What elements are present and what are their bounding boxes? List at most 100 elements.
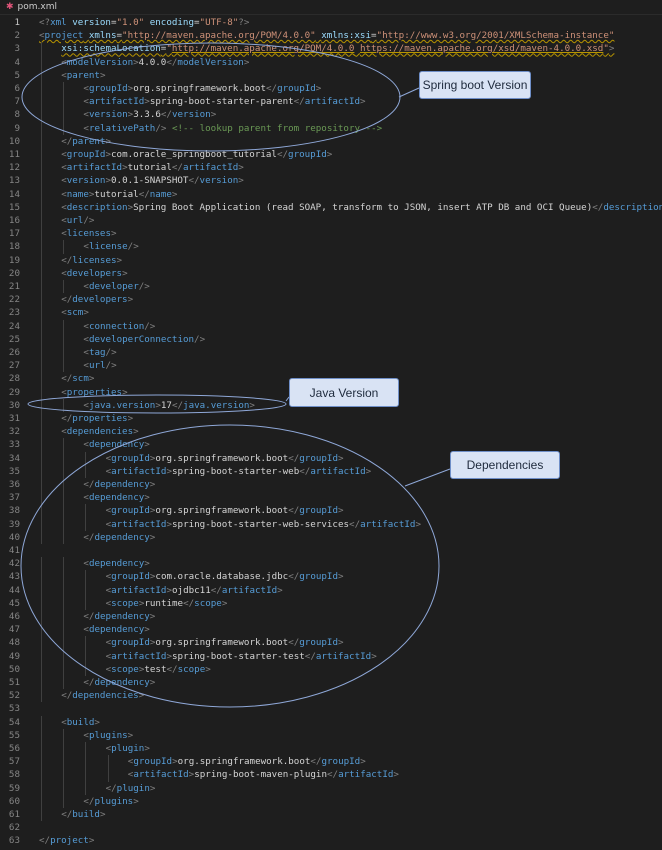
code-token: java.version — [88, 399, 156, 411]
code-line[interactable]: 61 </build> — [0, 808, 662, 822]
code-line[interactable]: 31 </properties> — [0, 412, 662, 426]
code-token: > — [122, 267, 128, 279]
code-line[interactable]: 6 <groupId>org.springframework.boot</grou… — [0, 82, 662, 96]
code-text: <name>tutorial</name> — [61, 188, 177, 201]
code-line[interactable]: 5 <parent> — [0, 68, 662, 82]
code-line[interactable]: 18 <license/> — [0, 240, 662, 254]
code-line[interactable]: 12 <artifactId>tutorial</artifactId> — [0, 161, 662, 175]
code-line[interactable]: 38 <groupId>org.springframework.boot</gro… — [0, 504, 662, 518]
line-number: 13 — [8, 175, 20, 187]
code-token: scm — [66, 307, 84, 319]
code-line[interactable]: 47 <dependency> — [0, 623, 662, 637]
code-line[interactable]: 59 </plugin> — [0, 781, 662, 795]
code-line[interactable]: 50 <scope>test</scope> — [0, 662, 662, 676]
code-text: </dependencies> — [61, 689, 144, 702]
code-token: 17 — [160, 399, 172, 411]
code-line[interactable]: 25 <developerConnection/> — [0, 332, 662, 346]
code-token: > — [149, 677, 156, 688]
code-token: xmlns:xsi — [321, 30, 371, 42]
code-line[interactable]: 42 <dependency> — [0, 557, 662, 571]
code-line[interactable]: 4 <modelVersion>4.0.0</modelVersion> — [0, 55, 662, 69]
code-line[interactable]: 44 <artifactId>ojdbc11</artifactId> — [0, 583, 662, 597]
code-line[interactable]: 9 <relativePath/> <!-- lookup parent from… — [0, 121, 662, 135]
code-line[interactable]: 55 <plugins> — [0, 728, 662, 742]
code-line[interactable]: 33 <dependency> — [0, 438, 662, 452]
code-line[interactable]: 24 <connection/> — [0, 319, 662, 333]
code-text: <dependencies> — [61, 425, 138, 438]
code-line[interactable]: 11 <groupId>com.oracle_springboot_tutoria… — [0, 148, 662, 162]
code-line[interactable]: 2 <project xmlns="http://maven.apache.org… — [0, 29, 662, 42]
code-line[interactable]: 63 </project> — [0, 834, 662, 847]
code-line[interactable]: 7 <artifactId>spring-boot-starter-parent<… — [0, 95, 662, 109]
code-token: > — [94, 716, 100, 728]
code-line[interactable]: 58 <artifactId>spring-boot-maven-plugin</… — [0, 768, 662, 782]
code-token: scope — [177, 663, 206, 675]
code-token: scope — [111, 663, 139, 675]
code-text: <artifactId>tutorial</artifactId> — [61, 161, 244, 174]
line-number: 55 — [8, 729, 20, 741]
indent-guide — [63, 583, 65, 597]
code-line[interactable]: 48 <groupId>org.springframework.boot</gro… — [0, 636, 662, 650]
code-line[interactable]: 40 </dependency> — [0, 530, 662, 544]
code-token: </ — [166, 663, 178, 675]
code-line[interactable]: 13 <version>0.0.1-SNAPSHOT</version> — [0, 174, 662, 188]
code-line[interactable]: 15 <description>Spring Boot Application (… — [0, 200, 662, 214]
code-line[interactable]: 53 — [0, 702, 662, 715]
code-text: </dependency> — [83, 676, 155, 689]
code-line[interactable]: 52 </dependencies> — [0, 689, 662, 703]
code-text: </parent> — [61, 135, 111, 148]
code-token: /> — [155, 122, 167, 134]
code-line[interactable]: 20 <developers> — [0, 266, 662, 280]
code-line[interactable]: 19 </licenses> — [0, 253, 662, 267]
code-line[interactable]: 37 <dependency> — [0, 491, 662, 505]
code-line[interactable]: 1 <?xml version="1.0" encoding="UTF-8"?> — [0, 16, 662, 29]
line-number: 19 — [8, 254, 20, 266]
code-line[interactable]: 57 <groupId>org.springframework.boot</gro… — [0, 755, 662, 769]
code-token: > — [144, 558, 150, 570]
code-line[interactable]: 22 </developers> — [0, 293, 662, 307]
code-line[interactable]: 27 <url/> — [0, 359, 662, 373]
code-text: <scope>test</scope> — [106, 663, 211, 676]
code-token: > — [238, 175, 244, 187]
code-line[interactable]: 17 <licenses> — [0, 227, 662, 241]
code-line[interactable]: 32 <dependencies> — [0, 425, 662, 439]
code-line[interactable]: 21 <developer/> — [0, 280, 662, 294]
code-line[interactable]: 51 </dependency> — [0, 676, 662, 690]
code-line[interactable]: 26 <tag/> — [0, 346, 662, 360]
tab-pom-xml[interactable]: ✱ pom.xml — [0, 0, 65, 14]
code-line[interactable]: 3 xsi:schemaLocation="http://maven.apache… — [0, 42, 662, 56]
code-line[interactable]: 8 <version>3.3.6</version> — [0, 108, 662, 122]
code-line[interactable]: 10 </parent> — [0, 134, 662, 148]
code-line[interactable]: 56 <plugin> — [0, 742, 662, 756]
code-token: name — [149, 188, 172, 200]
code-line[interactable]: 34 <groupId>org.springframework.boot</gro… — [0, 451, 662, 465]
code-token: > — [111, 228, 117, 240]
code-line[interactable]: 62 — [0, 821, 662, 834]
code-line[interactable]: 54 <build> — [0, 715, 662, 729]
line-number: 39 — [8, 518, 20, 530]
code-text: <dependency> — [83, 438, 149, 451]
code-line[interactable]: 14 <name>tutorial</name> — [0, 187, 662, 201]
indent-guide — [41, 148, 42, 162]
code-line[interactable]: 36 </dependency> — [0, 478, 662, 492]
code-line[interactable]: 43 <groupId>com.oracle.database.jdbc</gro… — [0, 570, 662, 584]
code-editor[interactable]: 1 <?xml version="1.0" encoding="UTF-8"?> 2… — [0, 16, 662, 850]
indent-guide — [63, 755, 65, 769]
code-token: groupId — [111, 452, 150, 464]
line-number: 26 — [8, 347, 20, 358]
code-line[interactable]: 60 </plugins> — [0, 794, 662, 808]
code-token: relativePath — [88, 122, 156, 134]
indent-guide — [85, 636, 87, 650]
code-line[interactable]: 49 <artifactId>spring-boot-starter-test</… — [0, 649, 662, 663]
code-token: > — [338, 452, 344, 464]
code-line[interactable]: 41 — [0, 544, 662, 557]
code-line[interactable]: 16 <url/> — [0, 214, 662, 228]
code-line[interactable]: 35 <artifactId>spring-boot-starter-web</a… — [0, 464, 662, 478]
code-token: version — [72, 17, 111, 28]
code-line[interactable]: 46 </dependency> — [0, 610, 662, 624]
line-number: 23 — [8, 307, 20, 319]
code-line[interactable]: 23 <scm> — [0, 306, 662, 320]
code-line[interactable]: 45 <scope>runtime</scope> — [0, 596, 662, 610]
code-token: url — [88, 360, 106, 372]
code-line[interactable]: 39 <artifactId>spring-boot-starter-web-se… — [0, 517, 662, 531]
